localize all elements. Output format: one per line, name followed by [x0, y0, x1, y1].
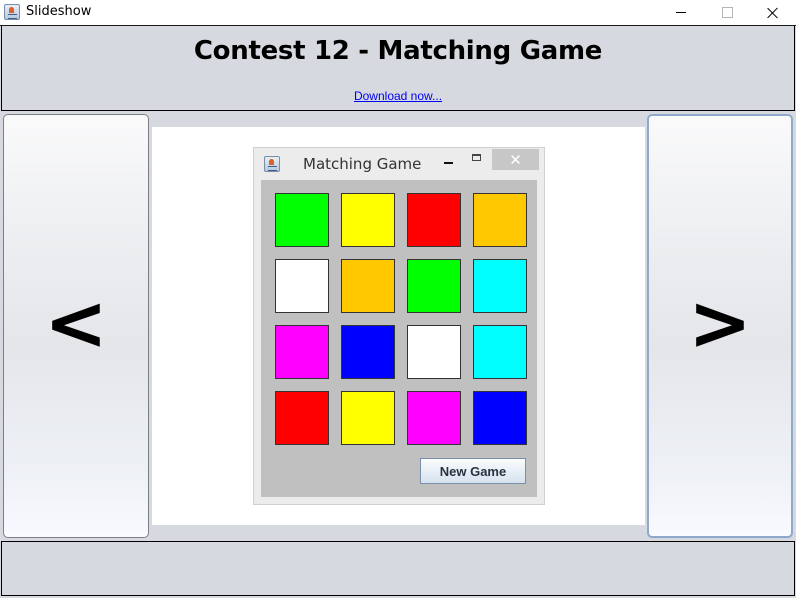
close-button[interactable]: [750, 0, 796, 25]
game-tile: [407, 325, 461, 379]
game-tile: [473, 325, 527, 379]
game-tile: [275, 193, 329, 247]
game-tile: [275, 259, 329, 313]
chevron-left-icon: <: [44, 278, 108, 367]
new-game-button: New Game: [420, 458, 526, 484]
maximize-icon: [472, 154, 481, 161]
game-tile: [473, 193, 527, 247]
game-tile: [341, 391, 395, 445]
close-icon: [767, 7, 779, 19]
game-tile: [341, 259, 395, 313]
game-tile: [275, 391, 329, 445]
minimize-icon: [676, 12, 686, 13]
tile-grid: New Game: [261, 180, 537, 497]
window-titlebar: Slideshow: [0, 0, 796, 26]
game-tile: [341, 325, 395, 379]
game-tile: [275, 325, 329, 379]
chevron-right-icon: >: [688, 278, 752, 367]
previous-slide-button[interactable]: <: [3, 114, 149, 538]
slide-header: Contest 12 - Matching Game Download now.…: [1, 26, 795, 111]
maximize-icon: [721, 7, 733, 18]
game-tile: [407, 391, 461, 445]
maximize-button[interactable]: [704, 0, 750, 25]
game-window-title: Matching Game: [303, 155, 422, 173]
next-slide-button[interactable]: >: [647, 114, 793, 538]
slide-footer: [1, 541, 795, 596]
download-link[interactable]: Download now...: [354, 89, 442, 103]
close-icon: ✕: [492, 149, 539, 170]
java-cup-icon: [264, 156, 280, 172]
minimize-icon: [444, 162, 453, 164]
game-tile: [473, 391, 527, 445]
game-tile: [341, 193, 395, 247]
window-title: Slideshow: [26, 4, 92, 19]
java-cup-icon: [4, 4, 20, 20]
minimize-button[interactable]: [658, 0, 704, 25]
game-tile: [407, 259, 461, 313]
game-tile: [473, 259, 527, 313]
matching-game-window: Matching Game ✕ New Game: [253, 147, 545, 505]
slide-title: Contest 12 - Matching Game: [193, 36, 603, 66]
game-tile: [407, 193, 461, 247]
